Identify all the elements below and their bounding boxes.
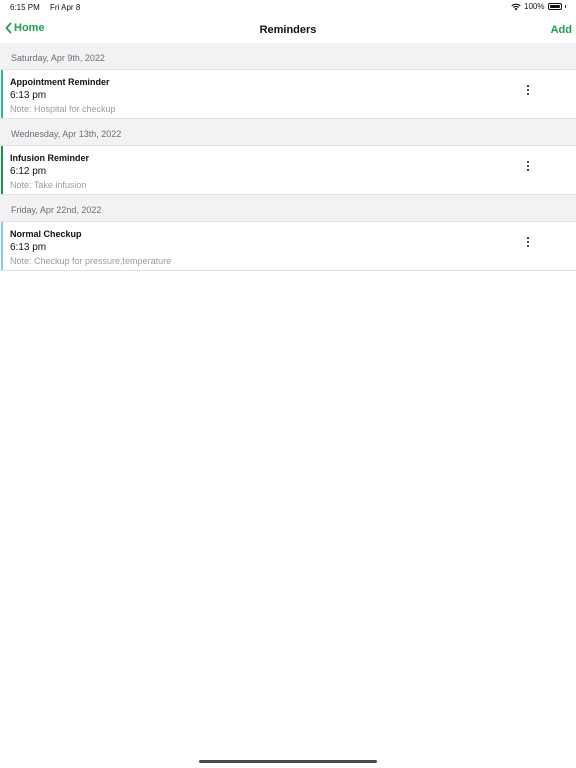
reminder-row[interactable]: Normal Checkup 6:13 pm Note: Checkup for…: [0, 222, 576, 271]
battery-icon: [547, 3, 562, 10]
reminder-accent-bar: [1, 222, 3, 270]
reminder-note: Note: Take infusion: [10, 180, 87, 190]
reminder-note: Note: Checkup for pressure,temperature: [10, 256, 172, 266]
reminder-note: Note: Hospital for checkup: [10, 104, 116, 114]
section-header: Friday, Apr 22nd, 2022: [0, 195, 576, 222]
wifi-icon: [511, 3, 521, 10]
section-header: Wednesday, Apr 13th, 2022: [0, 119, 576, 146]
more-vertical-icon[interactable]: [524, 159, 532, 173]
battery-percent: 100%: [524, 2, 545, 11]
home-indicator: [199, 760, 377, 763]
reminder-list: Saturday, Apr 9th, 2022 Appointment Remi…: [0, 43, 576, 271]
reminder-time: 6:12 pm: [10, 166, 47, 177]
navigation-bar: Home Reminders Add: [0, 18, 576, 42]
reminder-title: Infusion Reminder: [10, 153, 90, 163]
more-vertical-icon[interactable]: [524, 83, 532, 97]
section-header: Saturday, Apr 9th, 2022: [0, 43, 576, 70]
status-time: 6:15 PM: [10, 3, 40, 12]
add-button[interactable]: Add: [551, 24, 572, 36]
reminder-time: 6:13 pm: [10, 242, 47, 253]
more-vertical-icon[interactable]: [524, 235, 532, 249]
reminder-accent-bar: [1, 70, 3, 118]
page-title: Reminders: [259, 24, 317, 36]
status-right: 100%: [511, 2, 566, 11]
reminder-accent-bar: [1, 146, 3, 194]
reminder-row[interactable]: Infusion Reminder 6:12 pm Note: Take inf…: [0, 146, 576, 195]
reminder-title: Appointment Reminder: [10, 77, 110, 87]
reminder-title: Normal Checkup: [10, 229, 82, 239]
battery-fill: [549, 5, 560, 8]
status-left: 6:15 PM Fri Apr 8: [10, 3, 80, 12]
status-bar: 6:15 PM Fri Apr 8 100%: [0, 0, 576, 14]
battery-cap: [564, 5, 566, 8]
status-date: Fri Apr 8: [50, 3, 81, 12]
reminder-time: 6:13 pm: [10, 90, 47, 101]
reminder-row[interactable]: Appointment Reminder 6:13 pm Note: Hospi…: [0, 70, 576, 119]
